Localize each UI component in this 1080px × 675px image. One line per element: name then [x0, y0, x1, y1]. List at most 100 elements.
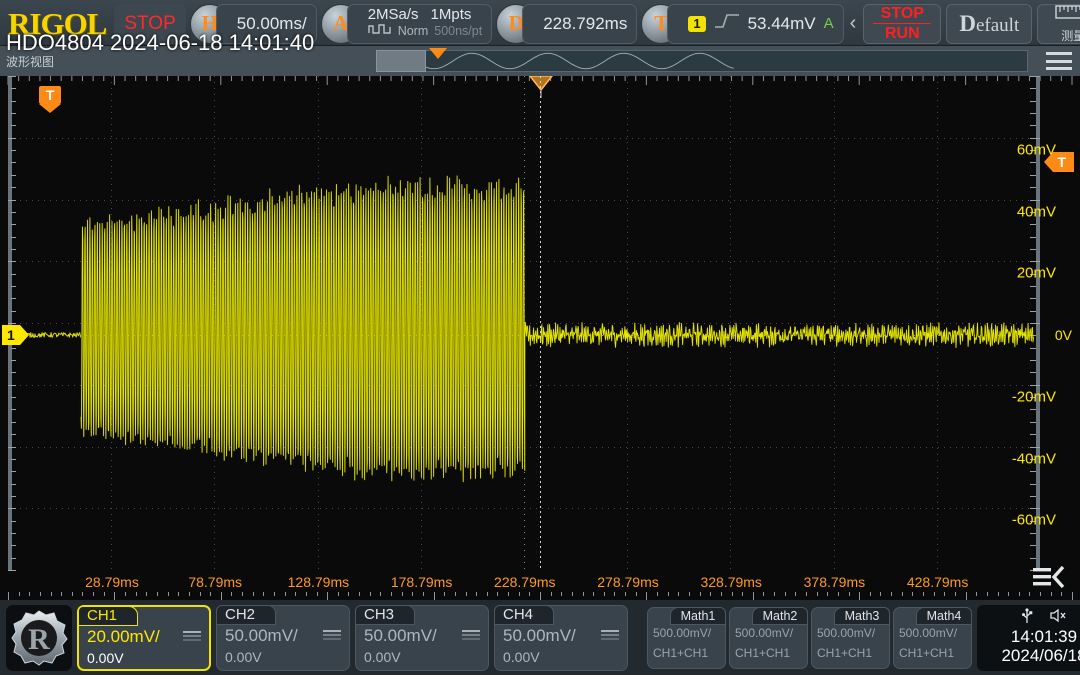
channel-scale: 50.00mV/	[503, 626, 576, 646]
dc-coupling-icon[interactable]	[462, 630, 480, 641]
default-button-label: Default	[959, 11, 1019, 37]
delay-group[interactable]: D 228.792ms	[496, 4, 637, 44]
stop-run-line2: RUN	[885, 25, 920, 42]
math-scale: 500.00mV/	[653, 626, 720, 640]
time-axis: 28.79ms 78.79ms 128.79ms 178.79ms 228.79ms 27…	[0, 570, 1080, 600]
stop-run-divider	[873, 23, 931, 24]
nav-overview[interactable]	[372, 48, 1080, 74]
measure-button[interactable]: 测量	[1037, 4, 1080, 44]
rising-edge-icon	[714, 12, 740, 35]
usb-icon	[1021, 608, 1033, 629]
toolbar-right-buttons: ‹ STOP RUN Default	[848, 4, 1080, 44]
math-tab-label: Math2	[752, 607, 808, 625]
channel-tab-label: CH1	[78, 606, 138, 626]
channel-card-ch1[interactable]: CH120.00mV/0.00V	[77, 605, 211, 671]
trigger-source-badge: 1	[688, 16, 705, 32]
time-axis-ticks	[8, 592, 1072, 600]
dc-coupling-icon[interactable]	[323, 630, 341, 641]
voltage-axis-label: -40mV	[1012, 450, 1056, 467]
time-axis-label: 428.79ms	[907, 574, 968, 590]
trigger-info-box[interactable]: 1 53.44mV A	[667, 4, 843, 44]
channel-tab-label: CH3	[355, 605, 415, 625]
channel-scale: 50.00mV/	[225, 626, 298, 646]
math-card-math3[interactable]: Math3500.00mV/CH1+CH1	[811, 607, 890, 669]
resolution-value: 500ns/pt	[434, 25, 482, 38]
voltage-axis-label: -20mV	[1012, 388, 1056, 405]
measure-button-label: 测量	[1061, 27, 1080, 44]
voltage-axis-label: -60mV	[1012, 512, 1056, 529]
nav-trigger-marker-icon[interactable]	[429, 48, 447, 59]
trigger-group[interactable]: T 1 53.44mV A	[641, 4, 843, 44]
time-axis-label: 128.79ms	[288, 574, 349, 590]
nav-waveform-preview	[377, 51, 1027, 71]
collapse-menu-icon[interactable]	[1032, 562, 1066, 592]
channel-scale: 50.00mV/	[364, 626, 437, 646]
waveform-screen[interactable]: T 1 T 60mV 40mV 20mV -20mV -40mV -60mV 0V 28.…	[0, 76, 1080, 600]
sample-rate-value: 2MSa/s	[368, 7, 419, 23]
math-tab-label: Math3	[834, 607, 890, 625]
channel-offset: 0.00V	[364, 649, 480, 665]
channel-card-ch2[interactable]: CH250.00mV/0.00V	[216, 605, 350, 671]
channel-offset: 0.00V	[225, 649, 341, 665]
math-expression: CH1+CH1	[653, 646, 720, 660]
acquire-group[interactable]: A 2MSa/s 1Mpts Norm 500ns/pt	[321, 4, 493, 44]
time-axis-label: 328.79ms	[700, 574, 761, 590]
time-axis-label: 228.79ms	[494, 574, 555, 590]
time-axis-label: 178.79ms	[391, 574, 452, 590]
math-tab-label: Math1	[670, 607, 726, 625]
channel-tab-label: CH4	[494, 605, 554, 625]
math-scale: 500.00mV/	[899, 626, 966, 640]
clock-panel: 14:01:39 2024/06/18	[977, 605, 1080, 671]
toolbar-prev-arrow-icon[interactable]: ‹	[848, 12, 859, 35]
math-cards: Math1500.00mV/CH1+CH1Math2500.00mV/CH1+C…	[647, 607, 972, 669]
hamburger-icon[interactable]	[1046, 52, 1072, 70]
time-axis-label: 78.79ms	[188, 574, 242, 590]
math-expression: CH1+CH1	[899, 646, 966, 660]
math-expression: CH1+CH1	[735, 646, 802, 660]
channel-offset: 0.00V	[87, 650, 201, 666]
ruler-icon	[1055, 4, 1080, 26]
channel-card-ch4[interactable]: CH450.00mV/0.00V	[494, 605, 628, 671]
channel-card-ch3[interactable]: CH350.00mV/0.00V	[355, 605, 489, 671]
voltage-axis-label: 60mV	[1017, 141, 1056, 158]
ch1-ground-marker-arrow-icon	[20, 325, 29, 345]
stop-run-line1: STOP	[881, 5, 924, 22]
trigger-level-marker-label: T	[1053, 152, 1074, 172]
math-expression: CH1+CH1	[817, 646, 884, 660]
delay-value-box[interactable]: 228.792ms	[522, 4, 637, 44]
math-card-math4[interactable]: Math4500.00mV/CH1+CH1	[893, 607, 972, 669]
clock-time: 14:01:39	[1011, 627, 1077, 646]
time-axis-label: 278.79ms	[597, 574, 658, 590]
delay-value: 228.792ms	[543, 14, 627, 34]
math-card-math2[interactable]: Math2500.00mV/CH1+CH1	[729, 607, 808, 669]
nav-selection-window[interactable]	[376, 50, 426, 72]
trigger-position-line	[540, 76, 541, 570]
trigger-origin-marker-icon[interactable]: T	[39, 86, 61, 112]
math-card-math1[interactable]: Math1500.00mV/CH1+CH1	[647, 607, 726, 669]
acquire-mode-value: Norm	[398, 25, 429, 38]
ch1-waveform-trace	[8, 76, 1040, 570]
voltage-axis-label: 40mV	[1017, 203, 1056, 220]
default-button[interactable]: Default	[946, 4, 1032, 44]
time-axis-label: 378.79ms	[804, 574, 865, 590]
ch1-ground-marker[interactable]: 1	[2, 325, 29, 345]
nav-track[interactable]	[376, 50, 1028, 72]
time-axis-label: 28.79ms	[85, 574, 139, 590]
window-title: HDO4804 2024-06-18 14:01:40	[0, 30, 314, 56]
dc-coupling-icon[interactable]	[183, 631, 201, 642]
dc-coupling-icon[interactable]	[601, 630, 619, 641]
bottom-bar: R CH120.00mV/0.00VCH250.00mV/0.00VCH350.…	[0, 600, 1080, 675]
rigol-gear-logo-button[interactable]: R	[6, 605, 72, 671]
voltage-zero-label: 0V	[1055, 327, 1072, 343]
acquire-info-box[interactable]: 2MSa/s 1Mpts Norm 500ns/pt	[347, 4, 493, 44]
trigger-mode-indicator: A	[824, 15, 834, 32]
channel-cards: CH120.00mV/0.00VCH250.00mV/0.00VCH350.00…	[77, 605, 628, 671]
channel-offset: 0.00V	[503, 649, 619, 665]
sound-off-icon[interactable]	[1049, 608, 1067, 628]
stop-run-button[interactable]: STOP RUN	[863, 4, 941, 44]
plot-area[interactable]	[8, 76, 1040, 570]
voltage-axis-label: 20mV	[1017, 265, 1056, 282]
memory-depth-value: 1Mpts	[431, 7, 472, 23]
acq-waveform-icon	[368, 22, 392, 40]
ch1-ground-marker-label: 1	[2, 325, 20, 345]
